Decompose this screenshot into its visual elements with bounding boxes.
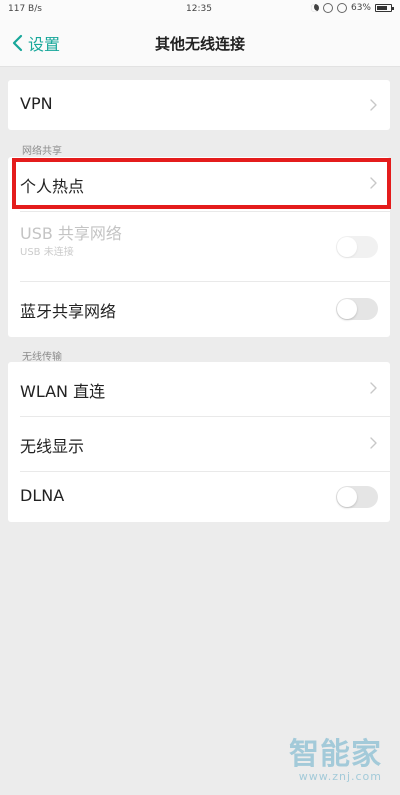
network-speed: 117 B/s: [8, 4, 42, 14]
usb-share-status: USB 未连接: [20, 247, 74, 258]
network-share-header: 网络共享: [22, 146, 62, 157]
settings-screen: 117 B/s 12:35 63% 设置 其他无线连接 VPN 网络共享 个人热…: [0, 0, 400, 795]
vpn-card: VPN: [8, 80, 390, 130]
dlna-row[interactable]: DLNA: [8, 472, 390, 522]
personal-hotspot-label: 个人热点: [20, 177, 85, 196]
wireless-display-row[interactable]: 无线显示: [8, 417, 390, 472]
watermark-url: www.znj.com: [298, 770, 382, 783]
personal-hotspot-row[interactable]: 个人热点: [8, 157, 390, 212]
toggle-knob: [337, 299, 357, 319]
chevron-right-icon: [370, 437, 377, 449]
watermark-logo: 智能家: [289, 737, 382, 772]
bluetooth-share-label: 蓝牙共享网络: [20, 302, 117, 321]
watermark: 智能家 www.znj.com: [289, 737, 382, 784]
sync-icon: [322, 3, 333, 13]
wlan-direct-row[interactable]: WLAN 直连: [8, 362, 390, 417]
alarm-icon: [336, 3, 347, 13]
wireless-transfer-card: WLAN 直连 无线显示 DLNA: [8, 362, 390, 522]
usb-share-row: USB 共享网络 USB 未连接: [8, 212, 390, 282]
wlan-direct-label: WLAN 直连: [20, 382, 106, 401]
wireless-display-label: 无线显示: [20, 437, 85, 456]
dlna-label: DLNA: [20, 486, 65, 505]
status-bar: 117 B/s 12:35 63%: [0, 0, 400, 20]
status-indicators: 63%: [310, 3, 394, 13]
page-title: 其他无线连接: [154, 35, 245, 53]
toggle-knob: [337, 237, 357, 257]
usb-share-toggle: [336, 236, 378, 258]
dlna-toggle[interactable]: [336, 486, 378, 508]
wireless-transfer-header: 无线传输: [22, 352, 62, 363]
usb-share-label: USB 共享网络: [20, 224, 122, 243]
chevron-right-icon: [370, 99, 377, 111]
status-time: 12:35: [186, 4, 212, 14]
chevron-right-icon: [370, 177, 377, 189]
vpn-row[interactable]: VPN: [8, 80, 390, 130]
vpn-label: VPN: [20, 94, 53, 113]
moon-icon: [310, 4, 319, 12]
battery-level: [377, 6, 387, 10]
toggle-knob: [337, 487, 357, 507]
bluetooth-share-toggle[interactable]: [336, 298, 378, 320]
bluetooth-share-row[interactable]: 蓝牙共享网络: [8, 282, 390, 337]
battery-percentage: 63%: [350, 3, 371, 13]
navigation-bar: 设置 其他无线连接: [0, 20, 400, 67]
network-share-card: 个人热点 USB 共享网络 USB 未连接 蓝牙共享网络: [8, 157, 390, 337]
chevron-right-icon: [370, 382, 377, 394]
battery-icon: [375, 4, 394, 12]
